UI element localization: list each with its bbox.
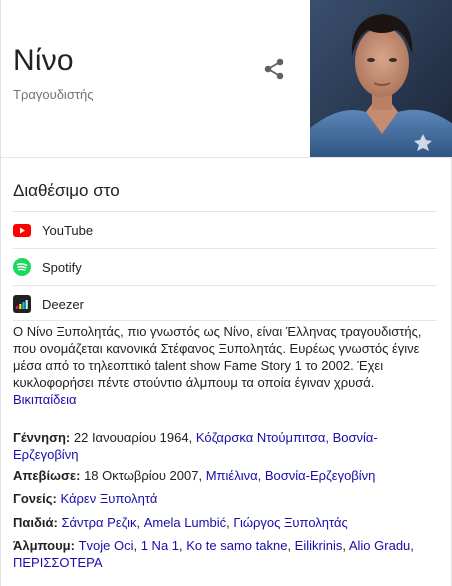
knowledge-panel: Νίνο Τραγουδιστής Διαθέσιμο στο YouTube … [0,0,452,586]
header-divider [1,157,452,158]
entity-name: Νίνο [13,44,74,77]
fact-label: Γέννηση: [13,430,71,445]
deathplace-link[interactable]: Μπιέλινα, Βοσνία-Ερζεγοβίνη [206,468,376,483]
youtube-link[interactable]: YouTube [13,212,437,248]
row-divider [13,320,437,321]
album-link[interactable]: Eilikrinis [295,538,343,553]
parent-link[interactable]: Κάρεν Ξυπολητά [60,491,157,506]
album-link[interactable]: Alio Gradu [349,538,410,553]
entity-description: Ο Νίνο Ξυπολητάς, πιο γνωστός ως Νίνο, ε… [13,323,441,408]
description-text: Ο Νίνο Ξυπολητάς, πιο γνωστός ως Νίνο, ε… [13,324,422,390]
fact-value: 18 Οκτωβρίου 2007, [84,468,203,483]
deezer-link[interactable]: Deezer [13,286,437,322]
album-link[interactable]: Tvoje Oci [79,538,134,553]
album-link[interactable]: Ko te samo takne [186,538,287,553]
spotify-icon [13,258,31,276]
share-icon [264,58,284,80]
fact-albums: Άλμπουμ: Tvoje Oci, 1 Na 1, Ko te samo t… [13,538,414,570]
fact-label: Άλμπουμ: [13,538,75,553]
available-on-title: Διαθέσιμο στο [13,181,120,200]
service-label-deezer: Deezer [42,296,84,312]
service-label-youtube: YouTube [42,222,94,238]
fact-death: Απεβίωσε: 18 Οκτωβρίου 2007, Μπιέλινα, Β… [13,467,443,484]
fact-label: Παιδιά: [13,515,58,530]
entity-photo[interactable] [310,0,452,157]
youtube-icon [13,221,31,239]
album-link[interactable]: 1 Na 1 [141,538,179,553]
entity-type: Τραγουδιστής [13,87,94,102]
child-link[interactable]: Σάντρα Ρεζικ [61,515,136,530]
child-link[interactable]: Amela Lumbić [144,515,226,530]
wikipedia-link[interactable]: Βικιπαίδεια [13,392,77,407]
portrait-image [310,0,452,157]
fact-label: Γονείς: [13,491,57,506]
fact-value: 22 Ιανουαρίου 1964, [73,430,193,445]
child-link[interactable]: Γιώργος Ξυπολητάς [233,515,347,530]
fact-children: Παιδιά: Σάντρα Ρεζικ, Amela Lumbić, Γιώρ… [13,515,348,530]
more-albums-link[interactable]: ΠΕΡΙΣΣΟΤΕΡΑ [13,555,103,570]
spotify-link[interactable]: Spotify [13,249,437,285]
panel-header: Νίνο Τραγουδιστής [1,0,452,157]
fact-parents: Γονείς: Κάρεν Ξυπολητά [13,490,443,507]
fact-label: Απεβίωσε: [13,468,81,483]
service-label-spotify: Spotify [42,259,82,275]
deezer-icon [13,295,31,313]
fact-birth: Γέννηση: 22 Ιανουαρίου 1964, Κόζαρσκα Ντ… [13,429,443,463]
share-button[interactable] [261,56,287,82]
